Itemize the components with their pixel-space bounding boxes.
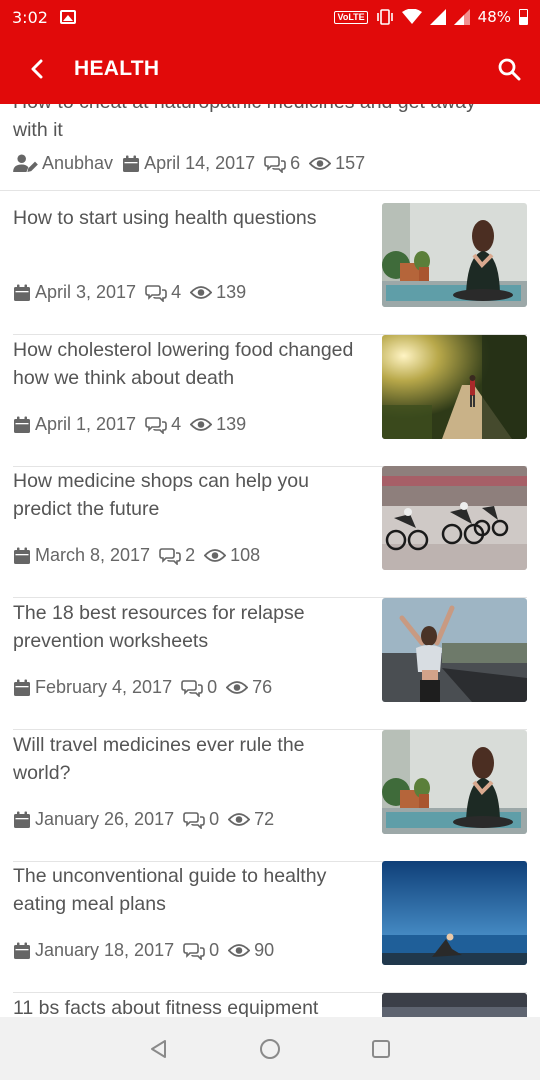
list-item[interactable]: The unconventional guide to healthy eati…	[13, 861, 527, 993]
comments-icon	[264, 155, 286, 173]
article-meta: February 4, 2017 0 76	[13, 677, 272, 698]
eye-icon	[228, 812, 250, 827]
list-item[interactable]: How cholesterol lowering food changed ho…	[13, 335, 527, 467]
comment-count: 0	[207, 677, 218, 697]
view-count: 90	[254, 940, 275, 960]
wifi-icon	[401, 9, 422, 24]
article-meta: March 8, 2017 2 108	[13, 545, 260, 566]
list-item[interactable]: How to start using health questions Apri…	[13, 203, 527, 335]
comment-count: 6	[290, 153, 301, 173]
comment-count: 0	[209, 940, 220, 960]
article-meta: April 1, 2017 4 139	[13, 414, 246, 435]
app-bar: HEALTH	[0, 34, 540, 104]
grey-sky-photo[interactable]	[382, 993, 527, 1017]
comment-count: 4	[171, 414, 182, 434]
status-time: 3:02	[12, 7, 48, 27]
article-list: How to cheat at naturopathic medicines a…	[0, 104, 540, 1017]
article-date: February 4, 2017	[35, 677, 173, 697]
article-date: January 18, 2017	[35, 940, 175, 960]
comments-icon	[145, 416, 167, 434]
article-date: April 3, 2017	[35, 282, 137, 302]
article-title: The 18 best resources for relapse preven…	[13, 602, 305, 652]
gallery-icon	[59, 10, 76, 24]
article-meta: January 18, 2017 0 90	[13, 940, 274, 961]
view-count: 108	[230, 545, 261, 565]
article-date: April 14, 2017	[144, 153, 256, 173]
comment-count: 4	[171, 282, 182, 302]
list-item[interactable]: 11 bs facts about fitness equipment	[13, 993, 527, 1017]
article-title: The unconventional guide to healthy eati…	[13, 865, 327, 915]
view-count: 157	[335, 153, 366, 173]
eye-icon	[226, 680, 248, 695]
article-meta: Anubhav April 14, 2017 6 157	[13, 153, 365, 174]
article-meta: January 26, 2017 0 72	[13, 809, 274, 830]
view-count: 72	[254, 809, 275, 829]
stretching-woman-photo[interactable]	[382, 598, 527, 702]
vibrate-icon	[376, 9, 393, 25]
eye-icon	[309, 156, 331, 171]
article-date: March 8, 2017	[35, 545, 151, 565]
article-date: April 1, 2017	[35, 414, 137, 434]
article-title: How cholesterol lowering food changed ho…	[13, 339, 354, 389]
battery-icon	[519, 9, 528, 25]
view-count: 139	[216, 282, 247, 302]
volte-badge: VoLTE	[334, 10, 368, 24]
status-bar: 3:02 VoLTE 48%	[0, 0, 540, 34]
cyclists-photo[interactable]	[382, 466, 527, 570]
signal-icon	[429, 9, 446, 25]
nav-recents-button[interactable]	[368, 1036, 394, 1062]
calendar-icon	[13, 284, 31, 302]
list-item[interactable]: How to cheat at naturopathic medicines a…	[0, 104, 540, 191]
comment-count: 2	[185, 545, 196, 565]
calendar-icon	[13, 547, 31, 565]
article-author: Anubhav	[42, 153, 114, 173]
article-title: How to start using health questions	[13, 207, 317, 229]
user-edit-icon	[13, 154, 38, 173]
eye-icon	[190, 285, 212, 300]
system-nav-bar	[0, 1017, 540, 1080]
comments-icon	[145, 284, 167, 302]
nav-home-button[interactable]	[257, 1036, 283, 1062]
search-icon	[498, 58, 521, 81]
search-button[interactable]	[478, 34, 540, 104]
article-date: January 26, 2017	[35, 809, 175, 829]
calendar-icon	[13, 942, 31, 960]
calendar-icon	[13, 679, 31, 697]
list-item[interactable]: Will travel medicines ever rule the worl…	[13, 730, 527, 862]
view-count: 76	[252, 677, 273, 697]
article-title: How to cheat at naturopathic medicines a…	[13, 104, 476, 141]
chevron-left-icon	[31, 59, 43, 79]
calendar-icon	[13, 811, 31, 829]
ocean-yoga-photo[interactable]	[382, 861, 527, 965]
battery-percent: 48%	[477, 8, 511, 26]
nav-back-button[interactable]	[146, 1036, 172, 1062]
article-title: How medicine shops can help you predict …	[13, 470, 309, 520]
comments-icon	[183, 942, 205, 960]
list-item[interactable]: The 18 best resources for relapse preven…	[13, 598, 527, 730]
back-button[interactable]	[0, 34, 74, 104]
signal-icon-2	[453, 9, 470, 25]
eye-icon	[228, 943, 250, 958]
square-recents-icon	[372, 1039, 390, 1058]
list-item[interactable]: How medicine shops can help you predict …	[13, 466, 527, 598]
meditation-photo[interactable]	[382, 730, 527, 834]
comments-icon	[181, 679, 203, 697]
page-title: HEALTH	[74, 57, 160, 80]
meditation-photo[interactable]	[382, 203, 527, 307]
triangle-back-icon	[151, 1039, 166, 1058]
comments-icon	[159, 547, 181, 565]
view-count: 139	[216, 414, 247, 434]
article-title: Will travel medicines ever rule the worl…	[13, 734, 305, 784]
calendar-icon	[13, 416, 31, 434]
status-indicators: VoLTE 48%	[334, 8, 528, 26]
circle-home-icon	[260, 1038, 280, 1059]
comments-icon	[183, 811, 205, 829]
eye-icon	[204, 548, 226, 563]
calendar-icon	[122, 155, 140, 173]
article-title: 11 bs facts about fitness equipment	[13, 997, 319, 1017]
forest-road-photo[interactable]	[382, 335, 527, 439]
article-meta: April 3, 2017 4 139	[13, 282, 246, 303]
eye-icon	[190, 417, 212, 432]
comment-count: 0	[209, 809, 220, 829]
